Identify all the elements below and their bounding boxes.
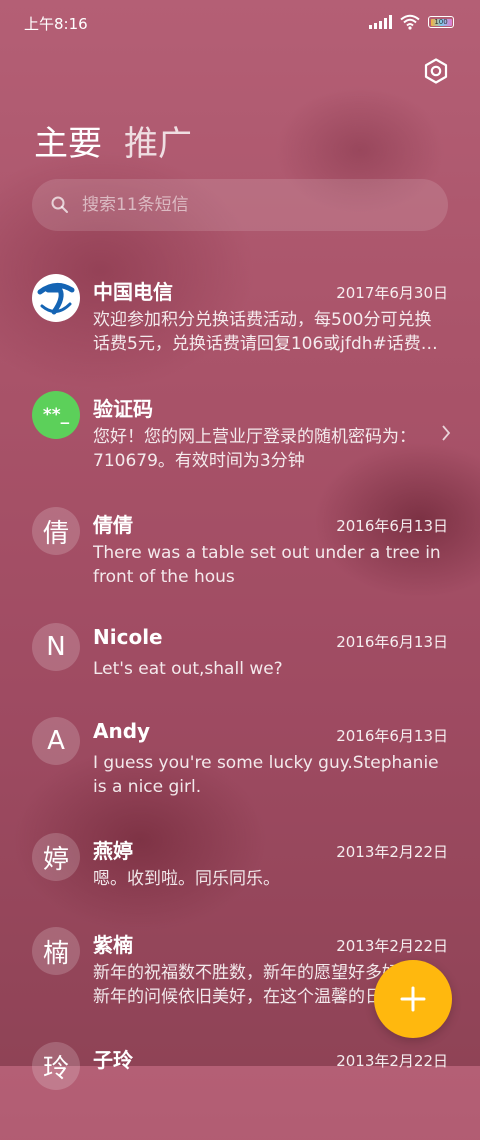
tab-primary[interactable]: 主要	[34, 116, 102, 165]
settings-icon[interactable]	[422, 57, 450, 85]
message-date: 2013年2月22日	[336, 937, 448, 955]
message-date: 2013年2月22日	[336, 1052, 448, 1070]
contact-name: 紫楠	[93, 933, 133, 957]
search-bar[interactable]	[32, 179, 448, 231]
contact-name: 燕婷	[93, 839, 133, 863]
conversation-row[interactable]: **_ 验证码 您好！您的网上营业厅登录的随机密码为：710679。有效时间为3…	[0, 379, 480, 489]
contact-avatar: 倩	[32, 507, 80, 555]
wifi-icon	[400, 14, 420, 30]
contact-name: 子玲	[93, 1048, 133, 1072]
status-time: 上午8:16	[24, 15, 88, 33]
message-date: 2017年6月30日	[336, 284, 448, 302]
battery-icon: 100	[428, 16, 454, 28]
status-bar: 上午8:16 100	[0, 0, 480, 46]
contact-name: 验证码	[93, 397, 153, 421]
message-preview: There was a table set out under a tree i…	[93, 543, 441, 587]
verification-code-avatar: **_	[32, 391, 80, 439]
tab-promotions[interactable]: 推广	[124, 116, 192, 165]
conversation-row[interactable]: 中国电信 2017年6月30日 欢迎参加积分兑换话费活动，每500分可兑换话费5…	[0, 262, 480, 372]
contact-name: 中国电信	[93, 280, 173, 304]
contact-avatar: 婷	[32, 833, 80, 881]
chevron-right-icon[interactable]	[440, 423, 452, 443]
telecom-logo-avatar	[32, 274, 80, 322]
contact-name: Andy	[93, 719, 151, 743]
new-message-button[interactable]	[374, 960, 452, 1038]
signal-icon	[369, 15, 392, 29]
message-preview: I guess you're some lucky guy.Stephanie …	[93, 753, 439, 797]
search-icon	[51, 196, 68, 213]
conversation-row[interactable]: 倩 倩倩 2016年6月13日 There was a table set ou…	[0, 495, 480, 605]
contact-avatar: 玲	[32, 1042, 80, 1090]
message-date: 2013年2月22日	[336, 843, 448, 861]
contact-name: 倩倩	[93, 513, 133, 537]
message-date: 2016年6月13日	[336, 633, 448, 651]
tab-bar: 主要 推广	[34, 116, 192, 165]
contact-avatar: 楠	[32, 927, 80, 975]
message-preview: Let's eat out,shall we?	[93, 659, 283, 679]
message-preview: 欢迎参加积分兑换话费活动，每500分可兑换话费5元，兑换话费请回复106或jfd…	[93, 310, 438, 354]
message-preview: 您好！您的网上营业厅登录的随机密码为：710679。有效时间为3分钟	[93, 427, 416, 471]
plus-icon	[400, 986, 426, 1012]
message-date: 2016年6月13日	[336, 517, 448, 535]
conversation-row[interactable]: 玲 子玲 2013年2月22日	[0, 1030, 480, 1140]
contact-name: Nicole	[93, 625, 163, 649]
battery-level: 100	[430, 18, 452, 26]
contact-avatar: A	[32, 717, 80, 765]
telecom-logo-icon	[35, 277, 77, 319]
conversation-row[interactable]: A Andy 2016年6月13日 I guess you're some lu…	[0, 705, 480, 815]
message-date: 2016年6月13日	[336, 727, 448, 745]
status-icons: 100	[369, 14, 454, 30]
contact-avatar: N	[32, 623, 80, 671]
search-input[interactable]	[80, 194, 384, 216]
message-preview: 嗯。收到啦。同乐同乐。	[93, 869, 280, 889]
